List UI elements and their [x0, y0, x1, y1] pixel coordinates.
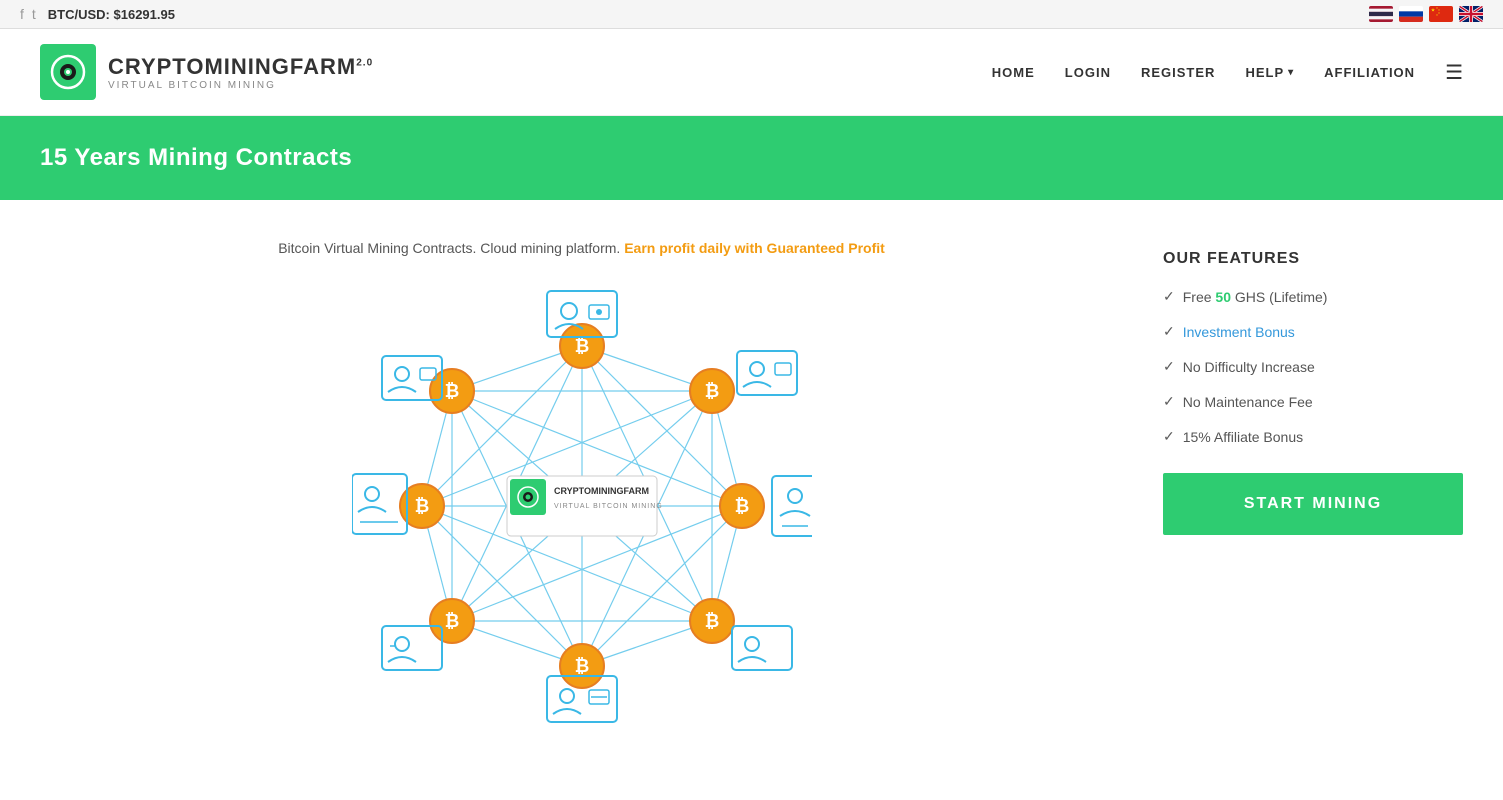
hero-banner: 15 Years Mining Contracts [0, 116, 1503, 200]
nav-help[interactable]: HELP ▾ [1245, 65, 1294, 80]
flag-russian[interactable] [1399, 6, 1423, 22]
svg-text:₿: ₿ [704, 611, 719, 631]
social-icons: f t [20, 6, 36, 22]
nav-register[interactable]: REGISTER [1141, 65, 1215, 80]
network-diagram: ₿ ₿ ₿ ₿ ₿ ₿ ₿ [352, 276, 812, 736]
language-flags [1369, 6, 1483, 22]
feature-free-ghs: ✓ Free 50 GHS (Lifetime) [1163, 288, 1463, 305]
content-right: OUR FEATURES ✓ Free 50 GHS (Lifetime) ✓ … [1163, 240, 1463, 736]
btc-price: BTC/USD: $16291.95 [48, 7, 175, 22]
hamburger-menu-icon[interactable]: ☰ [1445, 60, 1463, 85]
nav-login[interactable]: LOGIN [1065, 65, 1111, 80]
investment-bonus-link[interactable]: Investment Bonus [1183, 324, 1295, 340]
svg-text:VIRTUAL BITCOIN MINING: VIRTUAL BITCOIN MINING [554, 503, 663, 510]
svg-text:₿: ₿ [574, 656, 589, 676]
facebook-icon[interactable]: f [20, 6, 24, 22]
svg-text:₿: ₿ [444, 611, 459, 631]
nav-affiliation[interactable]: AFFILIATION [1324, 65, 1415, 80]
twitter-icon[interactable]: t [32, 6, 36, 22]
svg-text:₿: ₿ [414, 496, 429, 516]
feature-affiliate-bonus: ✓ 15% Affiliate Bonus [1163, 428, 1463, 445]
nav-home[interactable]: HOME [992, 65, 1035, 80]
main-content: Bitcoin Virtual Mining Contracts. Cloud … [0, 200, 1503, 776]
btc-label: BTC/USD: [48, 7, 110, 22]
flag-chinese[interactable] [1429, 6, 1453, 22]
logo-text: CRYPTOMININGFARM2.0 VIRTUAL BITCOIN MINI… [108, 54, 373, 91]
hero-title: 15 Years Mining Contracts [40, 144, 1463, 172]
logo-sub: VIRTUAL BITCOIN MINING [108, 80, 373, 91]
logo-area: CRYPTOMININGFARM2.0 VIRTUAL BITCOIN MINI… [40, 44, 373, 100]
header: CRYPTOMININGFARM2.0 VIRTUAL BITCOIN MINI… [0, 29, 1503, 116]
flag-thai[interactable] [1369, 6, 1393, 22]
svg-text:₿: ₿ [574, 336, 589, 356]
chevron-down-icon: ▾ [1288, 67, 1294, 78]
logo-name: CRYPTOMININGFARM2.0 [108, 54, 373, 80]
feature-investment-bonus: ✓ Investment Bonus [1163, 323, 1463, 340]
svg-text:₿: ₿ [734, 496, 749, 516]
affiliate-bonus-label: 15% Affiliate Bonus [1183, 429, 1303, 445]
top-bar: f t BTC/USD: $16291.95 [0, 0, 1503, 29]
btc-value: $16291.95 [114, 7, 175, 22]
svg-text:₿: ₿ [444, 381, 459, 401]
main-nav: HOME LOGIN REGISTER HELP ▾ AFFILIATION ☰ [992, 60, 1463, 85]
svg-text:₿: ₿ [704, 381, 719, 401]
flag-uk[interactable] [1459, 6, 1483, 22]
svg-text:CRYPTOMININGFARM: CRYPTOMININGFARM [554, 486, 649, 496]
feature-no-difficulty: ✓ No Difficulty Increase [1163, 358, 1463, 375]
check-icon-1: ✓ [1163, 288, 1175, 305]
ghs-amount: 50 [1215, 289, 1231, 305]
tagline: Bitcoin Virtual Mining Contracts. Cloud … [278, 240, 885, 256]
check-icon-4: ✓ [1163, 393, 1175, 410]
tagline-highlight: Earn profit daily with Guaranteed Profit [624, 240, 885, 256]
check-icon-2: ✓ [1163, 323, 1175, 340]
logo-icon [40, 44, 96, 100]
features-title: OUR FEATURES [1163, 250, 1463, 268]
content-left: Bitcoin Virtual Mining Contracts. Cloud … [40, 240, 1123, 736]
no-difficulty-label: No Difficulty Increase [1183, 359, 1315, 375]
start-mining-button[interactable]: START MINING [1163, 473, 1463, 535]
feature-no-maintenance: ✓ No Maintenance Fee [1163, 393, 1463, 410]
check-icon-5: ✓ [1163, 428, 1175, 445]
no-maintenance-label: No Maintenance Fee [1183, 394, 1313, 410]
check-icon-3: ✓ [1163, 358, 1175, 375]
